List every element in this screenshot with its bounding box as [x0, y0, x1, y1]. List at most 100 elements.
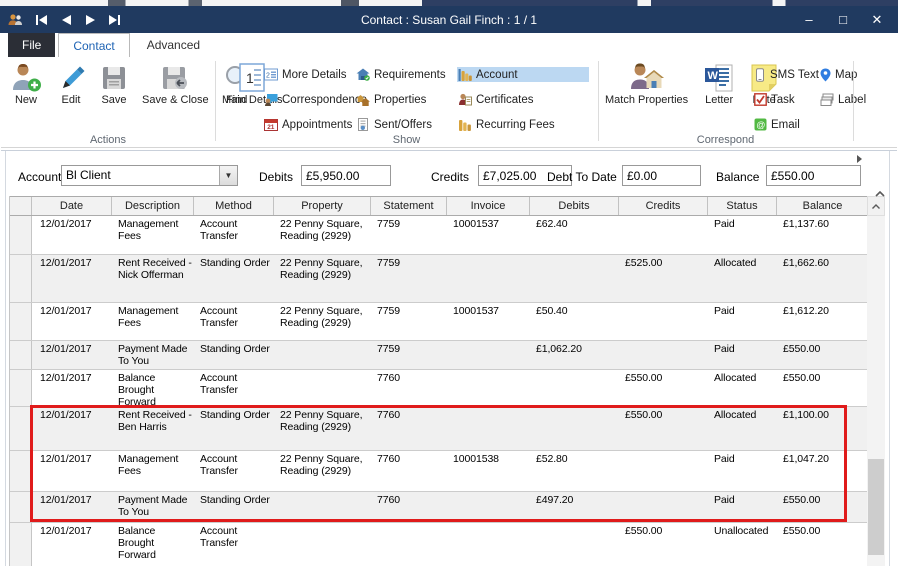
cell-invoice [447, 255, 530, 302]
show-item-account[interactable]: Account [457, 67, 589, 82]
edit-button[interactable]: Edit [53, 60, 89, 108]
table-row[interactable]: 12/01/2017Management FeesAccount Transfe… [10, 451, 867, 492]
letter-button[interactable]: W Letter [701, 60, 737, 108]
collapse-ribbon-button[interactable] [869, 185, 891, 202]
table-row[interactable]: 12/01/2017Rent Received - Nick OffermanS… [10, 255, 867, 303]
row-selector[interactable] [10, 451, 32, 491]
column-header-balance[interactable]: Balance [777, 197, 867, 215]
dropdown-arrow-icon[interactable]: ▼ [219, 166, 237, 185]
cell-property: 22 Penny Square, Reading (2929) [274, 303, 371, 340]
row-selector[interactable] [10, 341, 32, 369]
cell-method: Account Transfer [194, 216, 274, 254]
save-close-button[interactable]: Save & Close [139, 60, 212, 108]
last-record-button[interactable] [105, 12, 123, 28]
certificates-icon [458, 93, 472, 106]
ribbon-overflow-arrow[interactable] [857, 155, 862, 163]
column-header-credits[interactable]: Credits [619, 197, 708, 215]
cell-debits: £497.20 [530, 492, 619, 522]
table-row[interactable]: 12/01/2017Management FeesAccount Transfe… [10, 303, 867, 341]
ribbon-tab-row: File Contact Advanced [1, 33, 897, 57]
show-item-requirements[interactable]: Requirements [355, 67, 457, 82]
maximize-button[interactable]: □ [826, 6, 860, 33]
cell-credits [619, 303, 708, 340]
next-record-button[interactable] [81, 12, 99, 28]
debits-field[interactable] [301, 165, 391, 186]
cell-date: 12/01/2017 [32, 370, 112, 406]
column-header-description[interactable]: Description [112, 197, 194, 215]
column-header-property[interactable]: Property [274, 197, 371, 215]
sms-text-button[interactable]: SMS Text [753, 67, 823, 83]
debt-to-date-label: Debt To Date [547, 170, 617, 184]
cell-credits: £550.00 [619, 370, 708, 406]
email-button[interactable]: @ Email [753, 117, 823, 132]
cell-method: Standing Order [194, 492, 274, 522]
previous-record-button[interactable] [57, 12, 75, 28]
tab-file[interactable]: File [8, 33, 55, 57]
cell-credits: £550.00 [619, 407, 708, 450]
grid-body: 12/01/2017Management FeesAccount Transfe… [10, 216, 867, 566]
label-button[interactable]: Label [819, 92, 870, 107]
first-record-button[interactable] [33, 12, 51, 28]
cell-status: Paid [708, 492, 777, 522]
cell-method: Account Transfer [194, 523, 274, 566]
tab-advanced[interactable]: Advanced [133, 33, 214, 57]
cell-invoice: 10001537 [447, 303, 530, 340]
show-item-more-details[interactable]: 2 More Details [263, 67, 355, 82]
show-item-certificates[interactable]: Certificates [457, 92, 589, 107]
group-label-correspond: Correspond [598, 134, 853, 146]
column-header-status[interactable]: Status [708, 197, 777, 215]
cell-credits [619, 341, 708, 369]
show-item-correspondence[interactable]: Correspondence [263, 92, 355, 107]
table-row[interactable]: 12/01/2017Balance Brought ForwardAccount… [10, 523, 867, 566]
vertical-scrollbar[interactable] [867, 196, 885, 566]
cell-status: Allocated [708, 370, 777, 406]
table-row[interactable]: 12/01/2017Management FeesAccount Transfe… [10, 216, 867, 255]
recurring-fees-icon [458, 118, 472, 131]
cell-description: Payment Made To You [112, 492, 194, 522]
cell-balance: £550.00 [777, 492, 867, 522]
cell-statement: 7760 [371, 451, 447, 491]
cell-status: Paid [708, 303, 777, 340]
table-row[interactable]: 12/01/2017Balance Brought ForwardAccount… [10, 370, 867, 407]
column-header-method[interactable]: Method [194, 197, 274, 215]
tab-contact[interactable]: Contact [58, 33, 129, 57]
match-properties-button[interactable]: Match Properties [602, 60, 691, 108]
row-selector[interactable] [10, 216, 32, 254]
table-row[interactable]: 12/01/2017Rent Received - Ben HarrisStan… [10, 407, 867, 451]
row-selector[interactable] [10, 492, 32, 522]
cell-property [274, 492, 371, 522]
row-selector[interactable] [10, 303, 32, 340]
row-selector[interactable] [10, 370, 32, 406]
column-header-debits[interactable]: Debits [530, 197, 619, 215]
map-button[interactable]: Map [819, 67, 870, 83]
column-header-date[interactable]: Date [32, 197, 112, 215]
minimize-button[interactable]: – [792, 6, 826, 33]
balance-field[interactable] [766, 165, 861, 186]
show-item-sent-offers[interactable]: Sent/Offers [355, 117, 457, 132]
account-select[interactable]: Bl Client ▼ [61, 165, 238, 186]
table-row[interactable]: 12/01/2017Payment Made To YouStanding Or… [10, 492, 867, 523]
table-row[interactable]: 12/01/2017Payment Made To YouStanding Or… [10, 341, 867, 370]
row-selector[interactable] [10, 255, 32, 302]
transactions-grid: DateDescriptionMethodPropertyStatementIn… [9, 196, 867, 566]
row-selector[interactable] [10, 407, 32, 450]
debt-to-date-field[interactable] [622, 165, 701, 186]
save-close-button-label: Save & Close [142, 94, 209, 107]
cell-balance: £1,100.00 [777, 407, 867, 450]
row-selector[interactable] [10, 523, 32, 566]
map-label: Map [835, 69, 857, 81]
show-item-recurring-fees[interactable]: Recurring Fees [457, 117, 589, 132]
show-item-appointments[interactable]: 21 Appointments [263, 117, 355, 132]
email-label: Email [771, 119, 800, 131]
task-button[interactable]: Task [753, 92, 823, 107]
close-button[interactable]: ✕ [860, 6, 894, 33]
letter-button-label: Letter [705, 94, 733, 107]
cell-statement: 7760 [371, 492, 447, 522]
show-item-properties[interactable]: Properties [355, 92, 457, 107]
cell-debits: £50.40 [530, 303, 619, 340]
column-header-statement[interactable]: Statement [371, 197, 447, 215]
save-button[interactable]: Save [97, 60, 131, 108]
new-button[interactable]: New [7, 60, 45, 108]
column-header-invoice[interactable]: Invoice [447, 197, 530, 215]
scrollbar-thumb[interactable] [868, 459, 884, 555]
